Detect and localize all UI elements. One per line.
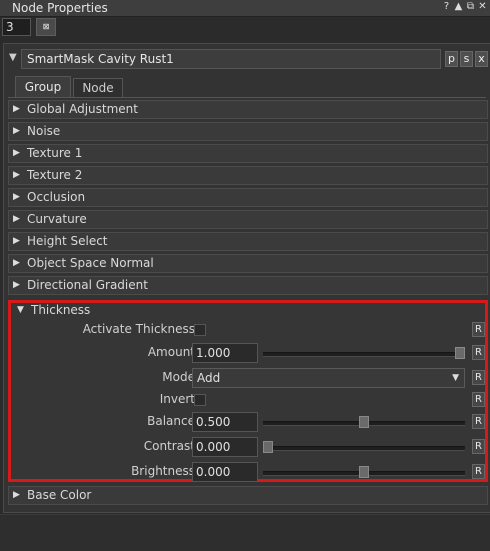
- dropdown-arrow-icon: ▼: [452, 373, 459, 383]
- mode-select-value: Add: [197, 371, 221, 385]
- param-brightness: Brightness 0.000 R: [11, 461, 485, 483]
- section-base-color[interactable]: ▶ Base Color: [8, 486, 488, 505]
- param-label: Brightness: [131, 464, 195, 478]
- expand-icon: ▶: [13, 258, 20, 268]
- param-label: Invert: [159, 392, 195, 406]
- param-label: Mode: [162, 370, 195, 384]
- expand-icon: ▶: [13, 236, 20, 246]
- section-label: Base Color: [27, 488, 92, 502]
- maximize-icon[interactable]: ▲: [453, 1, 464, 13]
- section-label: Global Adjustment: [27, 102, 138, 116]
- float-icon[interactable]: ⧉: [465, 1, 476, 13]
- brightness-value-field[interactable]: 0.000: [192, 462, 258, 482]
- reset-button[interactable]: R: [472, 370, 485, 385]
- param-activate-thickness: Activate Thickness R: [11, 319, 485, 341]
- expand-icon: ▶: [13, 192, 20, 202]
- contrast-value-field[interactable]: 0.000: [192, 437, 258, 457]
- param-contrast: Contrast 0.000 R: [11, 436, 485, 458]
- section-label: Directional Gradient: [27, 278, 148, 292]
- tab-group[interactable]: Group: [15, 76, 71, 98]
- contrast-slider-track[interactable]: [263, 446, 465, 451]
- section-noise[interactable]: ▶ Noise: [8, 122, 488, 141]
- section-thickness: ▼ Thickness Activate Thickness R Amount …: [8, 300, 488, 482]
- section-height-select[interactable]: ▶ Height Select: [8, 232, 488, 251]
- section-directional-gradient[interactable]: ▶ Directional Gradient: [8, 276, 488, 295]
- title-bar: Node Properties ? ▲ ⧉ ✕: [0, 0, 490, 17]
- contrast-slider-handle[interactable]: [263, 441, 273, 453]
- brightness-slider-handle[interactable]: [359, 466, 369, 478]
- param-balance: Balance 0.500 R: [11, 411, 485, 433]
- tab-node[interactable]: Node: [73, 78, 123, 98]
- float-panel-button[interactable]: ⊠: [36, 18, 56, 36]
- pin-button[interactable]: p: [445, 51, 458, 67]
- amount-value-field[interactable]: 1.000: [192, 343, 258, 363]
- show-button[interactable]: s: [460, 51, 473, 67]
- param-amount: Amount 1.000 R: [11, 342, 485, 364]
- section-label: Noise: [27, 124, 61, 138]
- expand-icon: ▶: [13, 280, 20, 290]
- collapse-node-icon[interactable]: ▼: [9, 52, 17, 63]
- section-label: Occlusion: [27, 190, 86, 204]
- expand-icon: ▶: [13, 490, 20, 500]
- mode-select[interactable]: Add ▼: [192, 368, 465, 388]
- section-thickness-title[interactable]: Thickness: [31, 303, 90, 317]
- expand-icon: ▶: [13, 214, 20, 224]
- section-texture-2[interactable]: ▶ Texture 2: [8, 166, 488, 185]
- section-label: Texture 2: [27, 168, 83, 182]
- top-toolbar: 3 ⊠: [0, 17, 490, 39]
- panel-count-field[interactable]: 3: [2, 18, 31, 36]
- param-label: Activate Thickness: [82, 322, 195, 336]
- param-label: Contrast: [143, 439, 195, 453]
- amount-slider-handle[interactable]: [455, 347, 465, 359]
- section-object-space-normal[interactable]: ▶ Object Space Normal: [8, 254, 488, 273]
- section-global-adjustment[interactable]: ▶ Global Adjustment: [8, 100, 488, 119]
- tab-divider: [8, 97, 486, 98]
- section-label: Object Space Normal: [27, 256, 154, 270]
- section-label: Height Select: [27, 234, 108, 248]
- reset-button[interactable]: R: [472, 439, 485, 454]
- section-texture-1[interactable]: ▶ Texture 1: [8, 144, 488, 163]
- reset-button[interactable]: R: [472, 345, 485, 360]
- amount-slider-track[interactable]: [263, 352, 465, 357]
- node-header: ▼ SmartMask Cavity Rust1 p s x: [4, 48, 490, 70]
- close-icon[interactable]: ✕: [477, 1, 488, 13]
- activate-thickness-checkbox[interactable]: [194, 324, 206, 336]
- reset-button[interactable]: R: [472, 392, 485, 407]
- empty-panel-area: [0, 514, 490, 551]
- invert-checkbox[interactable]: [194, 394, 206, 406]
- section-label: Texture 1: [27, 146, 83, 160]
- expand-icon: ▶: [13, 148, 20, 158]
- reset-button[interactable]: R: [472, 414, 485, 429]
- expand-icon: ▶: [13, 170, 20, 180]
- window-controls: ? ▲ ⧉ ✕: [441, 1, 488, 13]
- param-label: Balance: [147, 414, 195, 428]
- param-mode: Mode Add ▼ R: [11, 367, 485, 389]
- balance-value-field[interactable]: 0.500: [192, 412, 258, 432]
- node-name-field[interactable]: SmartMask Cavity Rust1: [21, 49, 441, 69]
- reset-button[interactable]: R: [472, 322, 485, 337]
- question-icon[interactable]: ?: [441, 1, 452, 13]
- expand-icon: ▶: [13, 104, 20, 114]
- window-title: Node Properties: [12, 1, 108, 15]
- section-label: Curvature: [27, 212, 87, 226]
- expand-icon: ▶: [13, 126, 20, 136]
- section-curvature[interactable]: ▶ Curvature: [8, 210, 488, 229]
- balance-slider-handle[interactable]: [359, 416, 369, 428]
- param-invert: Invert R: [11, 389, 485, 411]
- node-properties-panel: ▼ SmartMask Cavity Rust1 p s x Group Nod…: [3, 43, 490, 513]
- section-occlusion[interactable]: ▶ Occlusion: [8, 188, 488, 207]
- reset-button[interactable]: R: [472, 464, 485, 479]
- close-node-button[interactable]: x: [475, 51, 488, 67]
- param-label: Amount: [147, 345, 195, 359]
- collapse-icon[interactable]: ▼: [17, 305, 24, 315]
